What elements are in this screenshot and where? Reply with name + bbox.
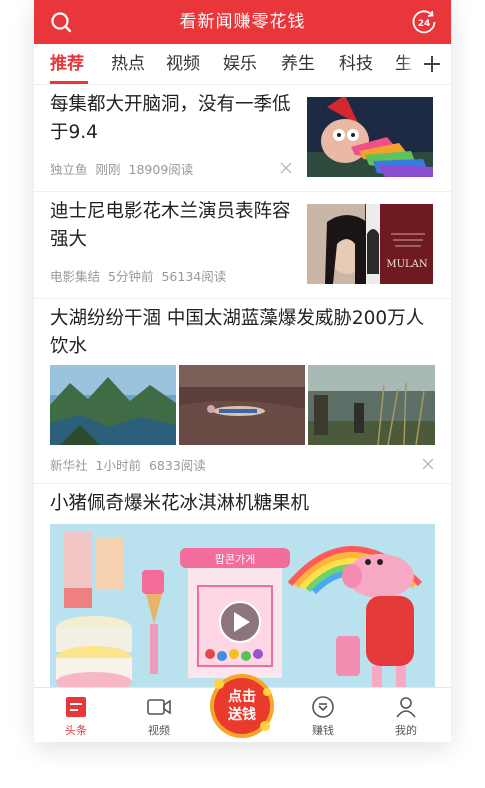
- tabs-fade: [401, 44, 417, 84]
- video-icon: [147, 699, 171, 715]
- news-thumbnail-mulan[interactable]: MULAN: [307, 204, 433, 284]
- add-channel-icon[interactable]: [421, 53, 443, 75]
- video-title[interactable]: 小猪佩奇爆米花冰淇淋机糖果机: [50, 490, 435, 518]
- news-feed[interactable]: 每集都大开脑洞，没有一季低于9.4 独立鱼 刚刚 18909阅读 迪士尼电影花木…: [34, 85, 451, 687]
- mulan-poster-title: MULAN: [386, 259, 428, 270]
- refresh-timer-icon[interactable]: 24: [411, 9, 437, 35]
- news-thumbnail-landscape[interactable]: [50, 365, 176, 445]
- promo-line2: 送钱: [227, 706, 256, 723]
- tab-recommend[interactable]: 推荐: [50, 44, 84, 84]
- news-reads: 18909阅读: [128, 162, 194, 177]
- video-item[interactable]: 小猪佩奇爆米花冰淇淋机糖果机 팝콘가게: [50, 484, 435, 687]
- news-item[interactable]: 每集都大开脑洞，没有一季低于9.4 独立鱼 刚刚 18909阅读: [50, 85, 435, 191]
- nav-label: 头条: [65, 724, 87, 737]
- video-thumbnail[interactable]: 팝콘가게: [50, 524, 435, 687]
- promo-line1: 点击: [228, 688, 256, 705]
- news-icon: [66, 697, 86, 717]
- news-reads: 6833阅读: [148, 458, 206, 473]
- news-reads: 56134阅读: [161, 269, 227, 284]
- category-tabs: 推荐 热点 视频 娱乐 养生 科技 生: [34, 44, 451, 85]
- nav-video[interactable]: 视频: [124, 688, 194, 742]
- timer-badge-text: 24: [418, 19, 431, 29]
- news-meta: 新华社 1小时前 6833阅读: [50, 455, 214, 474]
- news-source: 独立鱼: [50, 162, 88, 177]
- nav-profile[interactable]: 我的: [371, 688, 441, 742]
- nav-label: 我的: [395, 724, 417, 737]
- nav-label: 赚钱: [312, 724, 334, 737]
- news-item[interactable]: 迪士尼电影花木兰演员表阵容强大 电影集结 5分钟前 56134阅读 MULAN: [50, 192, 435, 298]
- news-thumbnail-cartoon[interactable]: [307, 97, 433, 177]
- news-meta: 独立鱼 刚刚 18909阅读: [50, 159, 201, 178]
- user-icon: [396, 697, 416, 718]
- active-tab-indicator: [50, 81, 88, 84]
- tab-entertainment[interactable]: 娱乐: [223, 44, 257, 84]
- news-title[interactable]: 迪士尼电影花木兰演员表阵容强大: [50, 198, 295, 254]
- news-title[interactable]: 大湖纷纷干涸 中国太湖蓝藻爆发威胁200万人饮水: [50, 305, 435, 361]
- tab-hot[interactable]: 热点: [111, 44, 145, 84]
- dismiss-icon[interactable]: [422, 458, 434, 470]
- news-meta: 电影集结 5分钟前 56134阅读: [50, 266, 234, 285]
- top-bar: 看新闻赚零花钱 24: [34, 0, 451, 44]
- nav-earn[interactable]: 赚钱: [288, 688, 358, 742]
- tab-health[interactable]: 养生: [281, 44, 315, 84]
- video-thumbnail-sign: 팝콘가게: [215, 553, 255, 566]
- tab-tech[interactable]: 科技: [339, 44, 373, 84]
- news-source: 电影集结: [50, 269, 101, 284]
- news-time: 5分钟前: [108, 269, 154, 284]
- dismiss-icon[interactable]: [280, 162, 292, 174]
- promo-reward-button[interactable]: 点击 送钱: [207, 670, 277, 740]
- phone-screen: 看新闻赚零花钱 24 推荐 热点 视频 娱乐 养生 科技 生 每集都大开脑洞，没…: [34, 0, 451, 742]
- coin-icon: [312, 696, 334, 718]
- news-thumbnail-lake-reeds[interactable]: [308, 365, 435, 445]
- news-title[interactable]: 每集都大开脑洞，没有一季低于9.4: [50, 91, 295, 147]
- nav-headlines[interactable]: 头条: [41, 688, 111, 742]
- app-title: 看新闻赚零花钱: [179, 12, 306, 32]
- tab-video[interactable]: 视频: [166, 44, 200, 84]
- news-time: 1小时前: [95, 458, 141, 473]
- news-thumbnail-dry-lake[interactable]: [179, 365, 305, 445]
- news-source: 新华社: [50, 458, 88, 473]
- news-item[interactable]: 大湖纷纷干涸 中国太湖蓝藻爆发威胁200万人饮水 新华社 1小时前 6833阅读: [50, 299, 435, 483]
- news-time: 刚刚: [95, 162, 121, 177]
- nav-label: 视频: [148, 724, 170, 737]
